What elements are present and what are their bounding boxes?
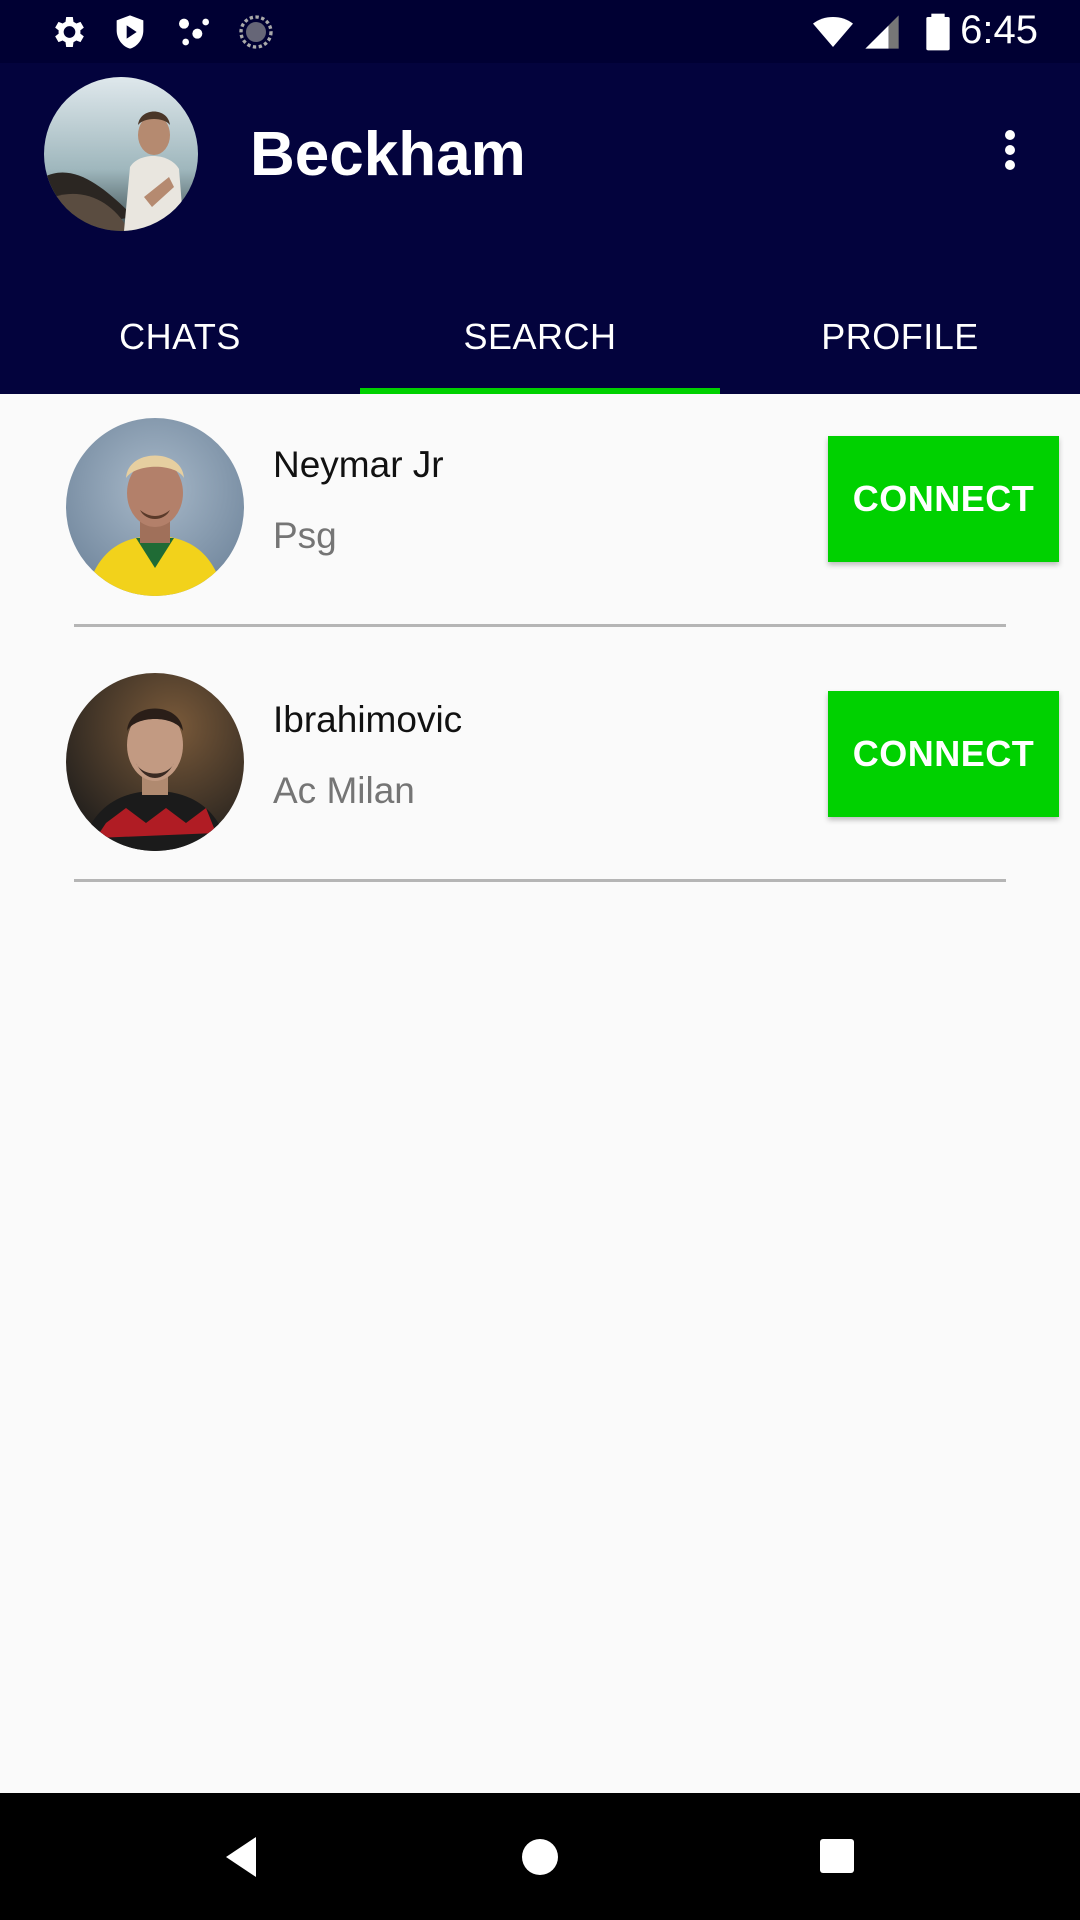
tab-search[interactable]: SEARCH — [360, 280, 720, 394]
sync-icon — [239, 15, 273, 49]
gear-icon — [55, 17, 84, 47]
user-team: Psg — [273, 515, 337, 556]
navigation-bar — [0, 1793, 1080, 1920]
back-icon[interactable] — [214, 1829, 270, 1885]
user-name: Ibrahimovic — [273, 699, 463, 740]
tab-bar: CHATS SEARCH PROFILE — [0, 280, 1080, 394]
connect-button[interactable]: CONNECT — [828, 436, 1059, 562]
list-item[interactable]: Neymar Jr Psg CONNECT — [0, 394, 1080, 649]
signal-icon — [865, 15, 899, 49]
user-team: Ac Milan — [273, 770, 415, 811]
profile-avatar[interactable] — [44, 77, 198, 231]
wifi-icon — [813, 17, 853, 47]
battery-icon — [926, 13, 950, 51]
tab-profile[interactable]: PROFILE — [720, 280, 1080, 394]
shield-icon — [116, 15, 144, 49]
dots-icon — [179, 18, 209, 46]
user-list: Neymar Jr Psg CONNECT Ibrahimovic Ac Mil… — [0, 394, 1080, 904]
user-avatar — [66, 418, 244, 596]
divider — [74, 879, 1006, 882]
app-bar: Beckham CHATS SEARCH PROFILE — [0, 63, 1080, 394]
more-vert-icon[interactable] — [990, 125, 1030, 185]
list-item[interactable]: Ibrahimovic Ac Milan CONNECT — [0, 649, 1080, 904]
avatar-photo — [44, 77, 198, 231]
connect-button[interactable]: CONNECT — [828, 691, 1059, 817]
recents-icon[interactable] — [810, 1829, 866, 1885]
user-avatar — [66, 673, 244, 851]
home-icon[interactable] — [512, 1829, 568, 1885]
tab-chats[interactable]: CHATS — [0, 280, 360, 394]
app-title: Beckham — [250, 120, 526, 189]
user-name: Neymar Jr — [273, 444, 444, 485]
status-time: 6:45 — [960, 8, 1038, 52]
avatar-photo — [66, 418, 244, 596]
status-bar: 6:45 — [0, 0, 1080, 63]
divider — [74, 624, 1006, 627]
avatar-photo — [66, 673, 244, 851]
